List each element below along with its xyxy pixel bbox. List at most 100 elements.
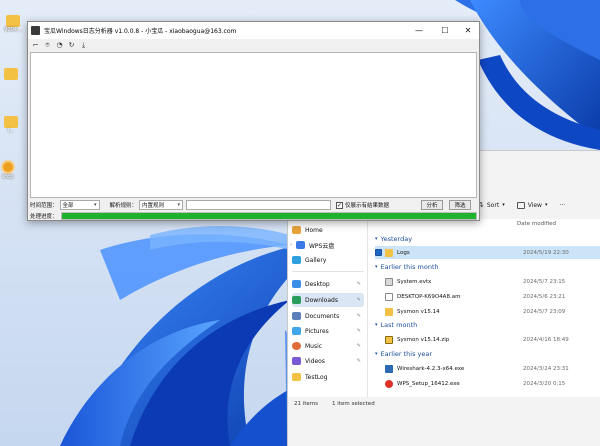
log-analyzer-window: 宝瓜Windows日志分析器 v1.0.0.8 - 小宝瓜 - xiaobaog… <box>27 21 480 221</box>
view-button[interactable]: View ▾ <box>516 201 548 209</box>
cloud-icon <box>296 241 305 249</box>
nav-item-label: TestLog <box>305 373 328 381</box>
nav-divider <box>292 271 364 272</box>
time-range-select[interactable]: 全部 ▾ <box>59 200 100 210</box>
folder-icon <box>6 15 20 27</box>
wps-icon <box>385 379 393 388</box>
desktop-icon-4[interactable]: ktop <box>0 160 19 180</box>
nav-item-label: Desktop <box>305 280 330 288</box>
more-button[interactable]: ··· <box>559 202 565 209</box>
evtx-file-icon <box>385 277 393 286</box>
file-row[interactable]: Sysmon v15.14 2024/5/7 23:09 <box>375 305 600 318</box>
title-bar[interactable]: 宝瓜Windows日志分析器 v1.0.0.8 - 小宝瓜 - xiaobaog… <box>28 22 479 39</box>
sort-label: Sort <box>486 201 500 209</box>
explorer-toolbar: ⇅ Sort ▾ View ▾ ··· <box>478 197 600 213</box>
file-row[interactable]: WPS_Setup_16412.exe 2024/3/20 0:15 <box>375 377 600 390</box>
file-date: 2024/3/20 0:15 <box>523 380 566 387</box>
maximize-button[interactable]: ☐ <box>433 22 457 39</box>
group-header-earlier-this-year[interactable]: ▾ Earlier this year <box>375 350 432 358</box>
file-row[interactable]: System.evtx 2024/5/7 23:15 <box>375 275 600 288</box>
navigation-pane: Home › WPS云盘 Gallery Desktop ✎ Downloads… <box>288 219 368 397</box>
filter-button[interactable]: 筛选 <box>449 200 472 210</box>
folder-icon <box>292 373 301 381</box>
desktop-icon <box>292 280 301 288</box>
group-header-last-month[interactable]: ▾ Last month <box>375 321 417 329</box>
pin-icon: ✎ <box>356 313 361 319</box>
group-label: Last month <box>380 321 418 329</box>
only-results-checkbox[interactable]: ✓ <box>336 201 344 209</box>
checkbox-checked-icon[interactable] <box>375 249 382 256</box>
chevron-down-icon: ▾ <box>375 236 378 242</box>
app-icon <box>1 160 15 174</box>
explorer-status-bar: 21 items 1 item selected <box>288 397 600 411</box>
refresh-icon[interactable]: ↻ <box>68 41 75 49</box>
nav-item-label: Pictures <box>305 327 329 335</box>
chevron-down-icon: ▾ <box>177 202 181 208</box>
nav-item-gallery[interactable]: Gallery <box>292 253 364 267</box>
sort-button[interactable]: ⇅ Sort ▾ <box>478 201 505 209</box>
app-logo-icon <box>31 26 40 35</box>
parse-rule-select[interactable]: 内置规则 ▾ <box>139 200 184 210</box>
file-row[interactable]: DESKTOP-K69O4A8.am 2024/5/6 23:21 <box>375 290 600 303</box>
folder-icon <box>385 307 393 316</box>
music-icon <box>292 342 301 350</box>
minimize-button[interactable]: — <box>407 22 431 39</box>
nav-item-wps-cloud[interactable]: › WPS云盘 <box>290 238 364 252</box>
download-icon[interactable]: ⤓ <box>80 41 87 49</box>
file-row-logs[interactable]: Logs 2024/5/19 22:30 <box>375 246 600 259</box>
download-icon <box>292 296 301 304</box>
file-row[interactable]: Wireshark-4.2.3-x64.exe 2024/3/24 23:31 <box>375 362 600 375</box>
file-name: DESKTOP-K69O4A8.am <box>397 293 461 300</box>
nav-item-label: Videos <box>305 357 325 365</box>
nav-item-videos[interactable]: Videos ✎ <box>292 354 364 368</box>
nav-item-downloads[interactable]: Downloads ✎ <box>292 293 364 307</box>
location-pin-icon[interactable]: ⌾ <box>44 41 51 49</box>
folder-tree-icon[interactable]: ⌐ <box>32 41 39 49</box>
desktop-icon-3[interactable]: l... <box>0 116 22 134</box>
progress-label: 处理进度： <box>30 214 58 220</box>
only-results-label: 仅展示有结果数据 <box>345 203 390 209</box>
chevron-down-icon: ▾ <box>375 264 378 270</box>
filter-input[interactable] <box>186 200 332 210</box>
progress-bar-fill <box>62 213 476 219</box>
nav-item-desktop[interactable]: Desktop ✎ <box>292 277 364 291</box>
analyze-button[interactable]: 分析 <box>421 200 444 210</box>
file-name: Sysmon v15.14 <box>397 308 440 315</box>
chevron-down-icon: ▾ <box>94 202 97 208</box>
column-header-date-modified[interactable]: Date modified <box>517 221 556 227</box>
nav-item-label: Home <box>305 226 323 234</box>
chevron-down-icon: ▾ <box>544 202 548 208</box>
group-label: Earlier this month <box>380 263 439 271</box>
log-results-area[interactable] <box>30 52 477 198</box>
tool-icons-row: ⌐ ⌾ ◔ ↻ ⤓ <box>28 39 479 51</box>
group-label: Earlier this year <box>380 350 433 358</box>
file-date: 2024/4/16 18:49 <box>523 336 569 343</box>
donut-icon[interactable]: ◔ <box>56 41 63 49</box>
file-row[interactable]: Sysmon v15.14.zip 2024/4/16 18:49 <box>375 333 600 346</box>
desktop-icon-1[interactable]: 9004... <box>2 15 24 33</box>
view-icon <box>516 201 525 209</box>
pin-icon: ✎ <box>356 281 361 287</box>
nav-item-documents[interactable]: Documents ✎ <box>292 309 364 323</box>
pin-icon: ✎ <box>356 297 361 303</box>
nav-item-label: Gallery <box>305 256 327 264</box>
desktop-icon-label: ktop <box>2 174 14 180</box>
file-name: Sysmon v15.14.zip <box>397 336 450 343</box>
nav-item-testlog[interactable]: TestLog <box>292 370 364 384</box>
wireshark-icon <box>385 364 393 373</box>
file-icon <box>385 292 393 301</box>
chevron-down-icon: ▾ <box>502 202 505 208</box>
close-button[interactable]: ✕ <box>456 22 480 39</box>
file-date: 2024/5/7 23:09 <box>523 308 566 315</box>
desktop-icon-2[interactable] <box>0 68 22 80</box>
nav-item-music[interactable]: Music ✎ <box>292 339 364 353</box>
nav-item-pictures[interactable]: Pictures ✎ <box>292 324 364 338</box>
nav-item-home[interactable]: Home <box>292 223 364 237</box>
parse-rule-value: 内置规则 <box>142 203 165 209</box>
chevron-down-icon: ▾ <box>375 351 378 357</box>
explorer-body: Home › WPS云盘 Gallery Desktop ✎ Downloads… <box>288 219 600 397</box>
group-header-yesterday[interactable]: ▾ Yesterday <box>375 235 412 243</box>
home-icon <box>292 226 301 234</box>
parse-rule-label: 解析规则： <box>109 203 138 209</box>
group-header-earlier-this-month[interactable]: ▾ Earlier this month <box>375 263 439 271</box>
